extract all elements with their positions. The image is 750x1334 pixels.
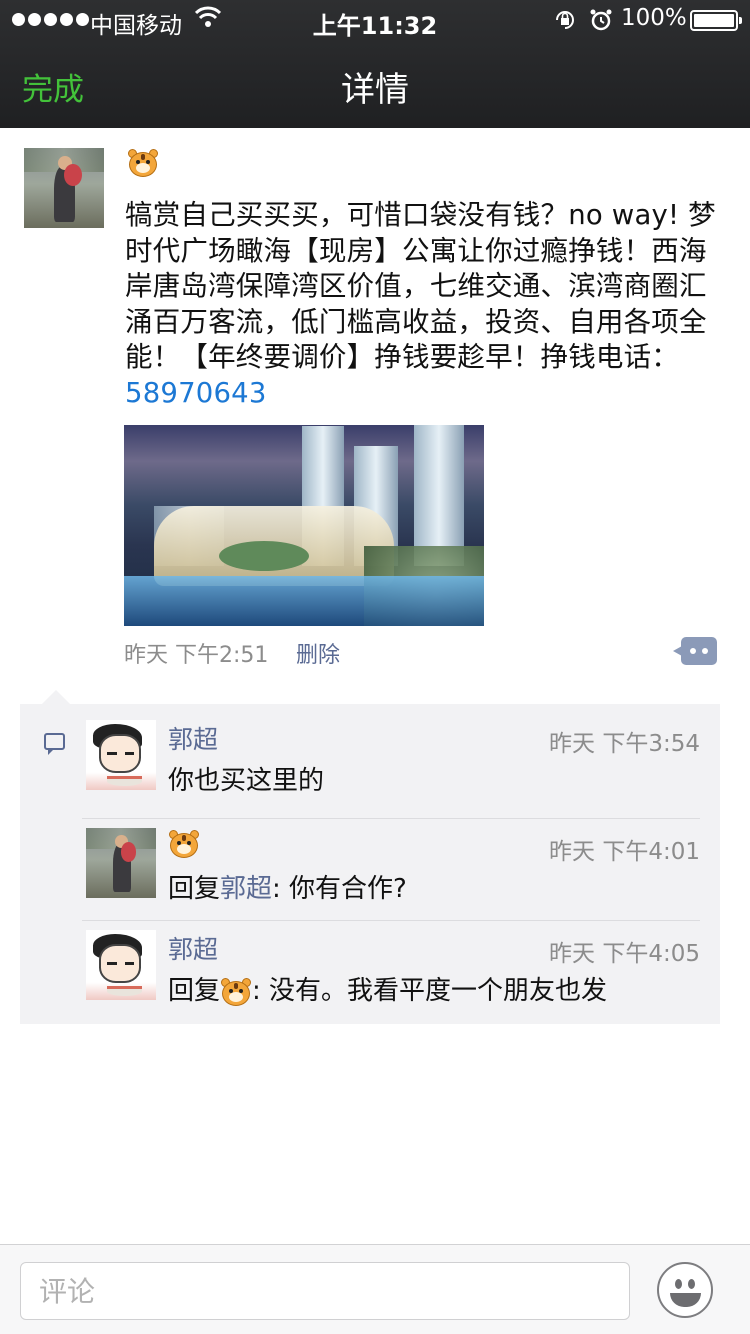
commenter-name[interactable] — [168, 828, 200, 859]
comment-item[interactable]: 郭超 昨天 下午3:54 你也买这里的 — [82, 720, 700, 800]
post-body: 犒赏自己买买买，可惜口袋没有钱？no way! 梦时代广场瞰海【现房】公寓让你过… — [125, 199, 716, 373]
post-author-name[interactable] — [127, 148, 159, 178]
comment-text: 回复 : 没有。我看平度一个朋友也发 — [168, 970, 607, 1007]
post-time: 昨天 下午2:51 — [124, 643, 269, 668]
reply-prefix: 回复 — [168, 874, 221, 904]
phone-link[interactable]: 58970643 — [125, 377, 267, 409]
battery-icon — [690, 10, 742, 31]
more-comment-icon[interactable] — [673, 637, 717, 665]
reply-body: : 你有合作? — [272, 874, 407, 904]
comment-time: 昨天 下午4:01 — [549, 839, 700, 865]
tiger-emoji-icon — [127, 148, 159, 178]
comment-input[interactable] — [20, 1262, 630, 1320]
post-author-avatar[interactable] — [24, 148, 104, 228]
comment-time: 昨天 下午4:05 — [549, 941, 700, 967]
reply-body: : 没有。我看平度一个朋友也发 — [252, 976, 608, 1006]
top-bar: 中国移动 上午11:32 100% 完成 详情 — [0, 0, 750, 128]
comment-text: 你也买这里的 — [168, 766, 325, 796]
comment-divider — [82, 818, 700, 819]
reply-prefix: 回复 — [168, 976, 221, 1006]
comment-input-bar — [0, 1244, 750, 1334]
comment-icon — [44, 733, 65, 755]
tiger-emoji-icon[interactable] — [220, 977, 252, 1007]
battery-percent: 100% — [621, 5, 687, 31]
post-text: 犒赏自己买买买，可惜口袋没有钱？no way! 梦时代广场瞰海【现房】公寓让你过… — [125, 198, 730, 411]
commenter-name[interactable]: 郭超 — [168, 930, 218, 966]
commenter-name[interactable]: 郭超 — [168, 720, 218, 756]
comment-text: 回复郭超: 你有合作? — [168, 868, 407, 905]
alarm-icon — [590, 9, 612, 31]
tiger-emoji-icon — [168, 829, 200, 859]
commenter-avatar[interactable] — [86, 930, 156, 1000]
comment-time: 昨天 下午3:54 — [549, 731, 700, 757]
commenter-avatar[interactable] — [86, 720, 156, 790]
post-image[interactable] — [124, 425, 484, 626]
comment-item[interactable]: 昨天 下午4:01 回复郭超: 你有合作? — [82, 828, 700, 908]
comment-item[interactable]: 郭超 昨天 下午4:05 回复 : 没有。我看平度一个朋友也发 — [82, 930, 700, 1010]
comments-section: 郭超 昨天 下午3:54 你也买这里的 昨天 下午4:01 回复郭超: 你有合作… — [20, 690, 720, 1024]
rotation-lock-icon — [556, 11, 574, 29]
comment-divider — [82, 920, 700, 921]
reply-to-name[interactable]: 郭超 — [220, 874, 272, 904]
smiley-icon[interactable] — [657, 1262, 713, 1318]
page-title: 详情 — [341, 70, 409, 110]
status-bar: 中国移动 上午11:32 100% — [0, 0, 750, 40]
commenter-avatar[interactable] — [86, 828, 156, 898]
delete-button[interactable]: 删除 — [296, 637, 340, 669]
